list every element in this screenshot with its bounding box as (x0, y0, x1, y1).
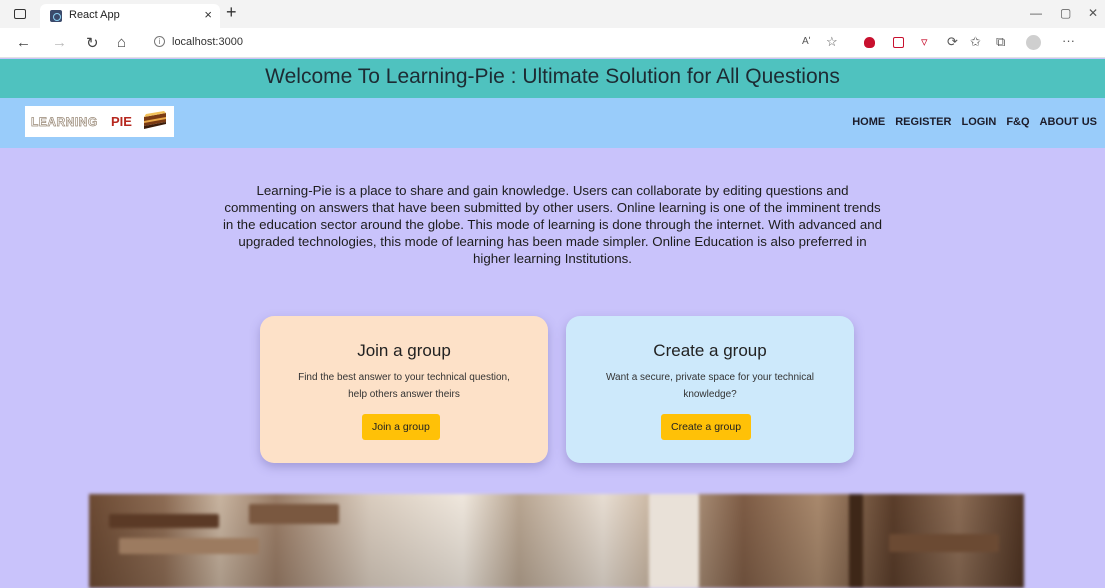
tab-title: React App (69, 9, 120, 21)
restore-icon[interactable]: ▢ (1060, 6, 1071, 20)
join-group-description: Find the best answer to your technical q… (298, 372, 510, 400)
read-aloud-icon[interactable]: Aʹ (802, 36, 811, 47)
back-icon[interactable]: ← (16, 34, 31, 51)
welcome-banner: Welcome To Learning-Pie : Ultimate Solut… (0, 59, 1105, 98)
hero-book-shape (649, 494, 699, 588)
url-field[interactable]: localhost:3000 (172, 36, 243, 48)
logo-word-pie: PIE (111, 114, 132, 129)
react-favicon-icon (50, 10, 62, 22)
hero-book-shape (119, 538, 259, 554)
banner-title: Welcome To Learning-Pie : Ultimate Solut… (265, 65, 840, 88)
pie-slice-icon (144, 111, 166, 129)
nav-register[interactable]: REGISTER (895, 116, 951, 128)
hero-book-shape (249, 504, 339, 524)
forward-icon[interactable]: → (52, 34, 67, 51)
tab-close-icon[interactable]: × (204, 7, 212, 22)
hero-book-shape (889, 534, 999, 552)
join-group-title: Join a group (357, 341, 451, 360)
extension-icon[interactable] (893, 37, 904, 48)
new-tab-button[interactable]: + (226, 2, 237, 23)
nav-login[interactable]: LOGIN (961, 116, 996, 128)
more-icon[interactable]: ··· (1062, 33, 1075, 48)
logo-word-learning: LEARNING (31, 115, 98, 130)
home-icon[interactable]: ⌂ (117, 34, 126, 51)
refresh-icon[interactable]: ↻ (86, 34, 99, 52)
minimize-icon[interactable]: — (1030, 6, 1042, 20)
extensions-icon[interactable]: ⟳ (947, 34, 958, 50)
ublock-extension-icon[interactable] (864, 37, 875, 48)
tab-actions-icon[interactable] (14, 9, 26, 19)
learning-pie-logo[interactable]: LEARNING PIE (25, 106, 174, 137)
site-info-icon[interactable]: i (154, 36, 165, 47)
address-bar-row: ← → ↻ ⌂ i localhost:3000 Aʹ ☆ ▿ ⟳ ✩ ⧉ ··… (0, 28, 1105, 58)
library-hero-image (89, 494, 1024, 588)
extension-pocket-icon[interactable]: ▿ (921, 34, 928, 50)
hero-book-shape (849, 494, 863, 588)
create-group-title: Create a group (653, 341, 767, 360)
profile-avatar[interactable] (1026, 35, 1041, 50)
intro-paragraph: Learning-Pie is a place to share and gai… (222, 183, 883, 266)
hero-book-shape (109, 514, 219, 528)
window-close-icon[interactable]: ✕ (1088, 6, 1098, 20)
join-group-button[interactable]: Join a group (362, 414, 440, 440)
favorites-icon[interactable]: ✩ (970, 34, 981, 50)
create-group-description: Want a secure, private space for your te… (605, 372, 815, 400)
nav-links: HOME REGISTER LOGIN F&Q ABOUT US (852, 116, 1097, 128)
create-group-card: Create a group Want a secure, private sp… (566, 316, 854, 463)
nav-faq[interactable]: F&Q (1006, 116, 1029, 128)
create-group-button[interactable]: Create a group (661, 414, 752, 440)
navbar: LEARNING PIE HOME REGISTER LOGIN F&Q ABO… (0, 98, 1105, 148)
nav-about-us[interactable]: ABOUT US (1040, 116, 1097, 128)
favorite-star-icon[interactable]: ☆ (826, 34, 838, 50)
join-group-card: Join a group Find the best answer to you… (260, 316, 548, 463)
nav-home[interactable]: HOME (852, 116, 885, 128)
browser-tab-bar: React App × + — ▢ ✕ (0, 0, 1105, 28)
browser-tab[interactable]: React App × (40, 4, 220, 28)
collections-icon[interactable]: ⧉ (996, 34, 1005, 50)
